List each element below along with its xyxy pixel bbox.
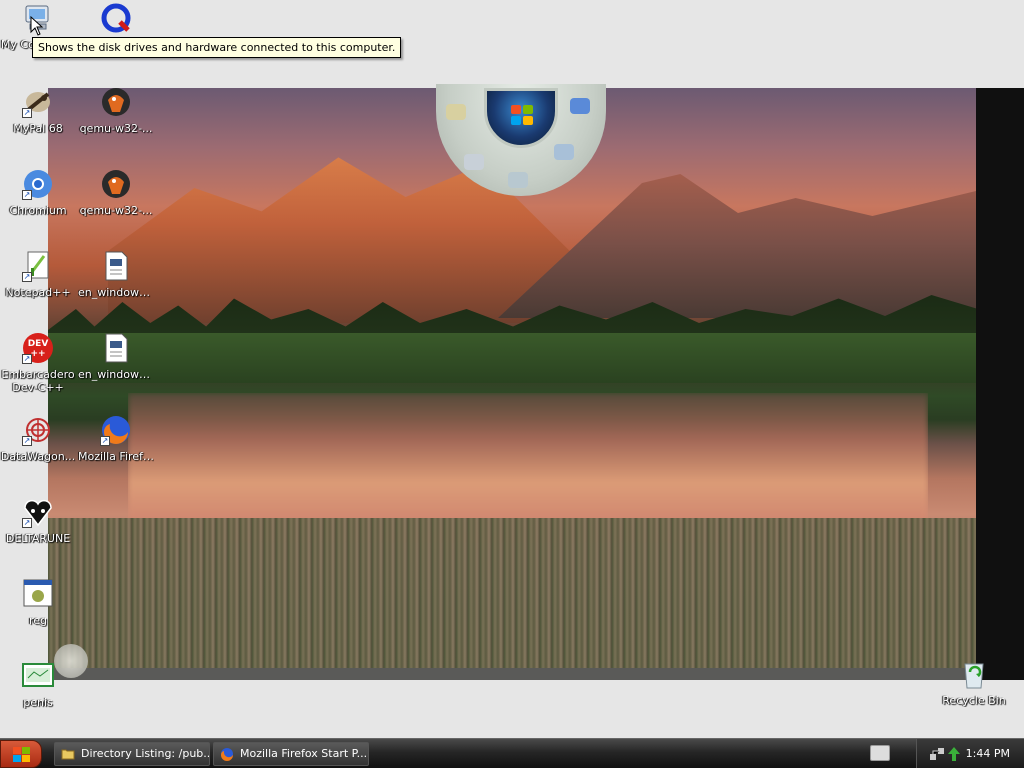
orb-start-icon[interactable] — [484, 88, 558, 148]
desktop-icon-deltarune[interactable]: ↗ DELTARUNE — [0, 496, 76, 545]
shortcut-arrow-icon: ↗ — [100, 436, 110, 446]
taskbar-item-label: Directory Listing: /pub... — [81, 747, 210, 760]
orb-computer-icon[interactable] — [464, 154, 484, 170]
desktop-icon-reg[interactable]: reg — [0, 578, 76, 627]
qemu-icon — [100, 2, 132, 34]
mypal-label: MyPal 68 — [13, 122, 63, 135]
datawagon-icon: ↗ — [22, 414, 54, 446]
clock[interactable]: 1:44 PM — [966, 747, 1010, 760]
wallpaper-meadow — [48, 333, 978, 383]
enwin2-label: en_windows... — [78, 368, 154, 381]
desktop-icon-firefox[interactable]: ↗ Mozilla Firefox — [78, 414, 154, 463]
document-icon — [100, 250, 132, 282]
folder-icon — [61, 749, 75, 760]
registry-file-icon — [22, 578, 54, 610]
taskbar[interactable]: Directory Listing: /pub... Mozilla Firef… — [0, 738, 1024, 768]
windows-flag-icon — [511, 105, 533, 125]
reg-label: reg — [28, 614, 48, 627]
svg-text:++: ++ — [30, 349, 45, 359]
firefox-icon: ↗ — [100, 414, 132, 446]
desktop[interactable]: My Computer ↗ MyPal 68 ↗ Chromium ↗ Note… — [0, 0, 1024, 738]
desktop-icon-qemu2[interactable]: qemu-w32-... — [78, 168, 154, 217]
devcpp-icon: DEV ++ ↗ — [22, 332, 54, 364]
system-tray[interactable]: 1:44 PM — [916, 739, 1024, 768]
orb-mini-icon[interactable] — [54, 644, 88, 678]
svg-text:DEV: DEV — [28, 339, 49, 349]
taskbar-item-directory-listing[interactable]: Directory Listing: /pub... — [54, 742, 210, 766]
desktop-icon-mypal[interactable]: ↗ MyPal 68 — [0, 86, 76, 135]
notepadpp-icon: ↗ — [22, 250, 54, 282]
desktop-icon-enwin1[interactable]: en_windows... — [78, 250, 154, 299]
desktop-icon-datawagon[interactable]: ↗ DataWagon... — [0, 414, 76, 463]
wallpaper-grass — [48, 518, 978, 680]
qemu-icon — [100, 86, 132, 118]
desktop-icon-notepadpp[interactable]: ↗ Notepad++ — [0, 250, 76, 299]
deltarune-label: DELTARUNE — [5, 532, 71, 545]
wallpaper-dark-band — [976, 88, 1024, 680]
recycle-bin-label: Recycle Bin — [942, 694, 1006, 707]
devcpp-label: Embarcadero Dev-C++ — [1, 368, 75, 394]
deltarune-icon: ↗ — [22, 496, 54, 528]
recycle-bin-icon — [958, 658, 990, 690]
shortcut-arrow-icon: ↗ — [22, 518, 32, 528]
image-file-icon — [22, 660, 54, 692]
qemu-icon — [100, 168, 132, 200]
network-icon[interactable] — [929, 746, 945, 762]
tooltip: Shows the disk drives and hardware conne… — [32, 37, 402, 58]
taskbar-item-firefox[interactable]: Mozilla Firefox Start P... — [213, 742, 369, 766]
notepadpp-label: Notepad++ — [5, 286, 71, 299]
windows-flag-icon — [13, 747, 31, 763]
penis-label: penis — [23, 696, 53, 709]
desktop-icon-devcpp[interactable]: DEV ++ ↗ Embarcadero Dev-C++ — [0, 332, 76, 394]
mypal-icon: ↗ — [22, 86, 54, 118]
mouse-cursor-icon — [30, 16, 44, 36]
shortcut-arrow-icon: ↗ — [22, 436, 32, 446]
keyboard-icon[interactable] — [870, 745, 890, 761]
orb-folder-icon[interactable] — [446, 104, 466, 120]
firefox-label: Mozilla Firefox — [78, 450, 154, 463]
desktop-icon-recycle-bin[interactable]: Recycle Bin — [936, 658, 1012, 707]
desktop-icon-chromium[interactable]: ↗ Chromium — [0, 168, 76, 217]
qemu1-label: qemu-w32-... — [79, 122, 153, 135]
chromium-label: Chromium — [9, 204, 67, 217]
firefox-icon — [220, 748, 233, 761]
datawagon-label: DataWagon... — [0, 450, 76, 463]
enwin1-label: en_windows... — [78, 286, 154, 299]
start-button[interactable] — [0, 740, 42, 768]
shortcut-arrow-icon: ↗ — [22, 190, 32, 200]
desktop-icon-qemu-top[interactable] — [78, 2, 154, 38]
wallpaper-bottom-strip — [48, 668, 978, 680]
desktop-icon-enwin2[interactable]: en_windows... — [78, 332, 154, 381]
taskbar-item-label: Mozilla Firefox Start P... — [240, 747, 368, 760]
chromium-icon: ↗ — [22, 168, 54, 200]
safely-remove-hardware-icon[interactable] — [947, 746, 961, 762]
shortcut-arrow-icon: ↗ — [22, 108, 32, 118]
qemu2-label: qemu-w32-... — [79, 204, 153, 217]
orb-settings-icon[interactable] — [508, 172, 528, 188]
shortcut-arrow-icon: ↗ — [22, 354, 32, 364]
shortcut-arrow-icon: ↗ — [22, 272, 32, 282]
wallpaper-mountain-right — [498, 174, 978, 318]
orb-network-icon[interactable] — [554, 144, 574, 160]
desktop-icon-qemu1[interactable]: qemu-w32-... — [78, 86, 154, 135]
document-icon — [100, 332, 132, 364]
orb-user-icon[interactable] — [570, 98, 590, 114]
